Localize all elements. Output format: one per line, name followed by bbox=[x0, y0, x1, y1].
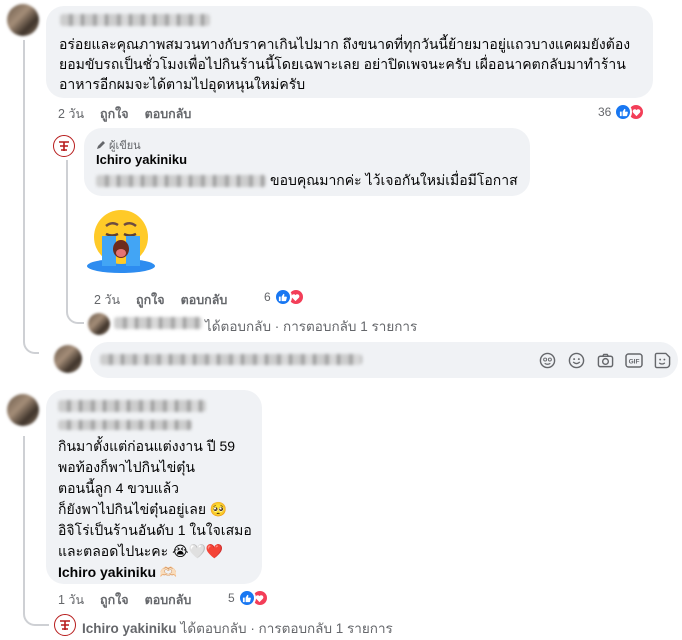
nested-replier-name[interactable] bbox=[114, 317, 202, 329]
commenter1-avatar[interactable] bbox=[7, 4, 39, 36]
camera-icon[interactable] bbox=[596, 351, 614, 369]
commenter2-subtext bbox=[58, 420, 192, 430]
nested-replier-avatar[interactable] bbox=[88, 313, 110, 335]
comment2-reply-button[interactable]: ตอบกลับ bbox=[145, 590, 192, 610]
commenter2-name[interactable] bbox=[58, 400, 206, 412]
current-user-avatar[interactable] bbox=[54, 345, 82, 373]
like-reaction-icon bbox=[237, 589, 256, 607]
pencil-icon bbox=[97, 141, 105, 149]
author-reply-bubble: ผู้เขียน Ichiro yakiniku ขอบคุณมากค่ะ ไว… bbox=[84, 128, 530, 196]
gif-label: GIF bbox=[629, 358, 640, 365]
author-reply-like-button[interactable]: ถูกใจ bbox=[136, 290, 165, 310]
avatar-sticker-icon[interactable] bbox=[538, 351, 556, 369]
comment1-reaction-count: 36 bbox=[598, 105, 612, 119]
like-reaction-icon bbox=[273, 288, 292, 306]
comment2-tag-line[interactable]: Ichiro yakiniku 🫶🏻 bbox=[58, 562, 252, 583]
view-replies-text: ได้ตอบกลับ · การตอบกลับ 1 รายการ bbox=[180, 621, 393, 636]
comment2-bubble: กินมาตั้งแต่ก่อนแต่งงาน ปี 59 พอท้องก็พา… bbox=[46, 390, 262, 584]
comment1-line: ยอมขับรถเป็นชั่วโมงเพื่อไปกินร้านนี้โดยเ… bbox=[59, 56, 626, 72]
reply-author-name: Ichiro yakiniku bbox=[82, 620, 177, 636]
thread-line-main bbox=[23, 40, 25, 342]
thread-line-c2 bbox=[23, 436, 25, 612]
comment1-reactions[interactable]: 36 bbox=[598, 103, 646, 121]
commenter2-avatar[interactable] bbox=[7, 394, 39, 426]
author-reply-time[interactable]: 2 วัน bbox=[94, 290, 120, 310]
comment2-reaction-count: 5 bbox=[228, 591, 235, 605]
ichiro-logo-icon bbox=[59, 141, 69, 151]
ichiro-logo-avatar[interactable] bbox=[53, 135, 75, 157]
comment2-like-button[interactable]: ถูกใจ bbox=[100, 590, 129, 610]
comment1-line: อาหารอีกผมจะได้ตามไปอุดหนุนใหม่ครับ bbox=[59, 76, 306, 92]
smile-icon[interactable] bbox=[567, 351, 585, 369]
comment1-reply-button[interactable]: ตอบกลับ bbox=[145, 104, 192, 124]
comment1-actions: 2 วัน ถูกใจ ตอบกลับ bbox=[58, 104, 191, 124]
comment2-text: กินมาตั้งแต่ก่อนแต่งงาน ปี 59 พอท้องก็พา… bbox=[58, 436, 252, 583]
commenter1-name[interactable] bbox=[60, 14, 210, 26]
author-reply-mention[interactable] bbox=[96, 175, 266, 187]
thread-line-sub bbox=[66, 160, 68, 312]
author-reply-reactions[interactable]: 6 bbox=[264, 288, 305, 306]
view-replies-link-c2[interactable]: Ichiro yakiniku ได้ตอบกลับ · การตอบกลับ … bbox=[82, 617, 393, 639]
author-reply-text: ขอบคุณมากค่ะ ไว้เจอกันใหม่เมื่อมีโอกาส bbox=[270, 172, 518, 188]
comment-input-placeholder bbox=[100, 354, 362, 365]
thread-line-sub-curve bbox=[66, 310, 84, 324]
comment2-line: ก็ยังพาไปกินไข่ตุ๋นอยู่เลย 🥺 bbox=[58, 501, 228, 517]
comment1-line: อร่อยและคุณภาพสมวนทางกับราคาเกินไปมาก ถึ… bbox=[59, 36, 631, 52]
comment1-time[interactable]: 2 วัน bbox=[58, 104, 84, 124]
ichiro-logo-avatar-small[interactable] bbox=[54, 614, 76, 636]
sticker-icon[interactable] bbox=[653, 351, 671, 369]
thread-line-curve bbox=[23, 340, 39, 354]
author-name[interactable]: Ichiro yakiniku bbox=[96, 152, 187, 167]
comment2-line: กินมาตั้งแต่ก่อนแต่งงาน ปี 59 bbox=[58, 438, 236, 454]
comment2-reactions[interactable]: 5 bbox=[228, 589, 269, 607]
comment2-time[interactable]: 1 วัน bbox=[58, 590, 84, 610]
comment-input[interactable]: GIF bbox=[90, 342, 678, 378]
author-reply-reply-button[interactable]: ตอบกลับ bbox=[181, 290, 228, 310]
comment2-line: และตลอดไปนะคะ 😭🤍❤️ bbox=[58, 543, 224, 559]
comment1-like-button[interactable]: ถูกใจ bbox=[100, 104, 129, 124]
thread-line-c2-curve bbox=[23, 610, 49, 626]
comment2-line: ตอนนี้ลูก 4 ขวบแล้ว bbox=[58, 480, 180, 496]
gif-icon[interactable]: GIF bbox=[625, 351, 643, 369]
author-reply-reaction-count: 6 bbox=[264, 290, 271, 304]
ichiro-logo-icon bbox=[60, 620, 70, 630]
view-replies-link[interactable]: ได้ตอบกลับ · การตอบกลับ 1 รายการ bbox=[205, 315, 417, 337]
comment2-line: อิจิโร่เป็นร้านอันดับ 1 ในใจเสมอ bbox=[58, 522, 252, 538]
comment1-text: อร่อยและคุณภาพสมวนทางกับราคาเกินไปมาก ถึ… bbox=[59, 34, 630, 94]
crying-face-emoji bbox=[84, 204, 158, 274]
author-reply-actions: 2 วัน ถูกใจ ตอบกลับ bbox=[94, 290, 227, 310]
comment1-bubble: อร่อยและคุณภาพสมวนทางกับราคาเกินไปมาก ถึ… bbox=[46, 6, 653, 98]
comment2-actions: 1 วัน ถูกใจ ตอบกลับ bbox=[58, 590, 191, 610]
comment2-line: พอท้องก็พาไปกินไข่ตุ๋น bbox=[58, 459, 195, 475]
view-replies-text: ได้ตอบกลับ · การตอบกลับ 1 รายการ bbox=[205, 319, 418, 334]
